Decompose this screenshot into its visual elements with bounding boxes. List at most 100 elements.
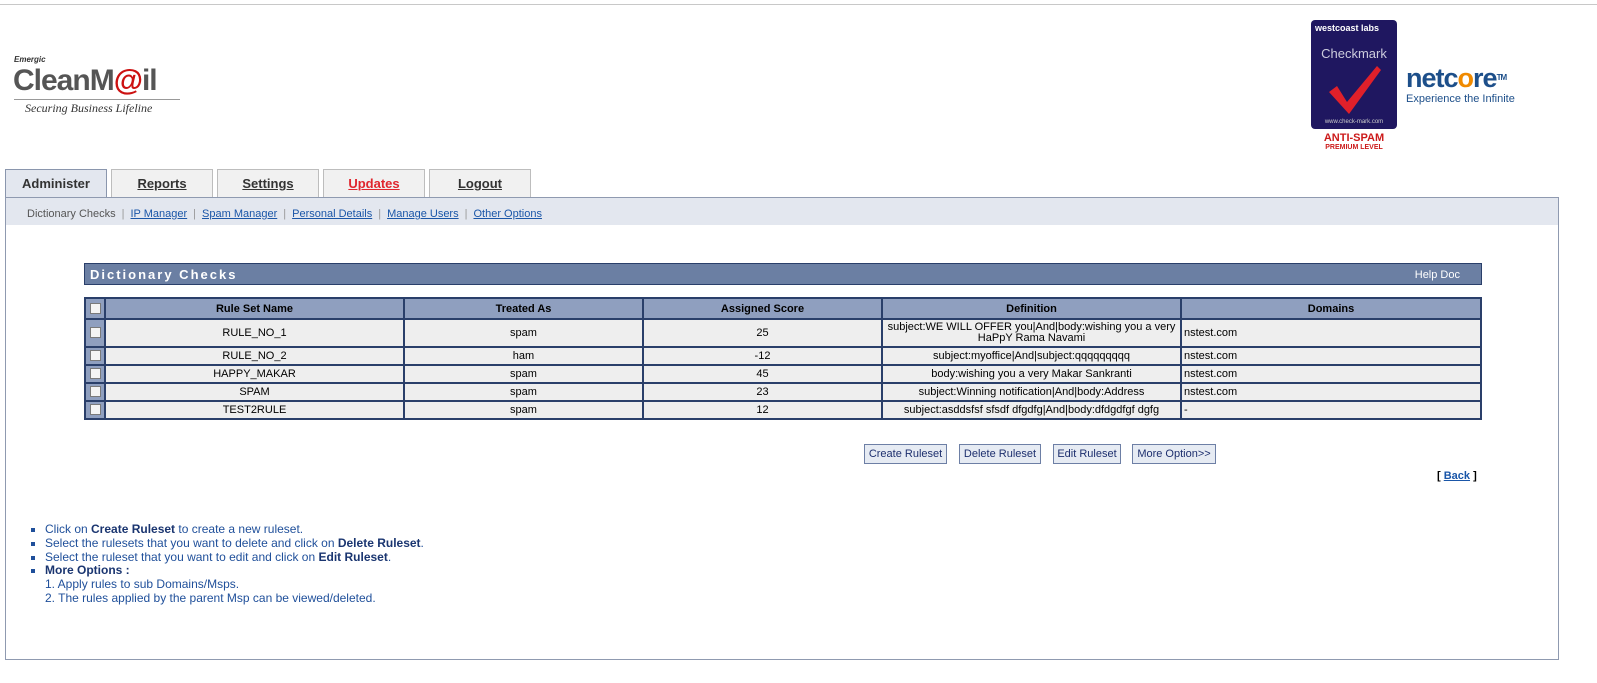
top-border	[0, 4, 1597, 5]
cell-rule-set-name: TEST2RULE	[104, 400, 405, 420]
help-doc-link[interactable]: Help Doc	[1415, 269, 1460, 281]
back-bracket-open: [	[1437, 470, 1444, 482]
subnav-separator: |	[464, 208, 468, 220]
logo-brand: CleanM@il	[13, 64, 158, 98]
netcore-wordmark: netcoreTM	[1406, 64, 1515, 92]
cell-definition: subject:myoffice|And|subject:qqqqqqqqq	[881, 346, 1182, 366]
help-text: .	[420, 535, 424, 550]
help-text: Select the rulesets that you want to del…	[45, 535, 338, 550]
help-text: Select the ruleset that you want to edit…	[45, 549, 319, 564]
help-text: Click on	[45, 522, 92, 536]
subnav-link-personal-details[interactable]: Personal Details	[292, 208, 372, 220]
table-header-row: Rule Set Name Treated As Assigned Score …	[84, 297, 1482, 320]
badge-antispam: ANTI-SPAM	[1323, 132, 1385, 144]
logo-brand-part: CleanM	[13, 64, 115, 97]
cell-treated-as: spam	[403, 364, 644, 384]
cell-rule-set-name: HAPPY_MAKAR	[104, 364, 405, 384]
help-item: Select the ruleset that you want to edit…	[45, 549, 424, 565]
cell-domains: -	[1180, 400, 1482, 420]
netcore-o: o	[1457, 63, 1474, 93]
subnav-link-spam-manager[interactable]: Spam Manager	[202, 208, 277, 220]
logo-divider	[14, 99, 180, 100]
section-title: Dictionary Checks	[90, 267, 238, 282]
netcore-logo: netcoreTM Experience the Infinite	[1406, 64, 1515, 105]
netcore-tm: TM	[1496, 73, 1508, 82]
row-checkbox-cell	[84, 400, 106, 420]
cell-treated-as: spam	[403, 400, 644, 420]
tab-reports[interactable]: Reports	[111, 169, 213, 197]
cell-domains: nstest.com	[1180, 318, 1482, 348]
help-bold: Delete Ruleset	[337, 535, 421, 550]
select-all-cell	[84, 297, 106, 320]
select-all-checkbox[interactable]	[89, 303, 101, 315]
subnav-link-manage-users[interactable]: Manage Users	[387, 208, 459, 220]
row-checkbox-cell	[84, 318, 106, 348]
tab-logout[interactable]: Logout	[429, 169, 531, 197]
subnav-separator: |	[121, 208, 125, 220]
help-item: Click on Create Ruleset to create a new …	[45, 522, 424, 537]
netcore-tagline: Experience the Infinite	[1406, 93, 1515, 105]
subnav-link-ip-manager[interactable]: IP Manager	[131, 208, 188, 220]
help-text: .	[387, 549, 392, 564]
checkmark-badge: westcoast labs Checkmark www.check-mark.…	[1311, 20, 1397, 153]
subnav-separator: |	[378, 208, 382, 220]
logo-brand-part: il	[141, 64, 158, 97]
cell-treated-as: ham	[403, 346, 644, 366]
help-item: More Options : 1. Apply rules to sub Dom…	[45, 563, 424, 605]
tab-updates[interactable]: Updates	[323, 169, 425, 197]
column-header-rule-set-name: Rule Set Name	[104, 297, 405, 320]
cell-definition: subject:WE WILL OFFER you|And|body:wishi…	[881, 318, 1182, 348]
rulesets-table: Rule Set Name Treated As Assigned Score …	[84, 297, 1482, 420]
help-bold: More Options :	[45, 563, 130, 578]
back-link-wrapper: [ Back ]	[1437, 470, 1477, 482]
logo-tagline: Securing Business Lifeline	[25, 101, 153, 115]
row-checkbox[interactable]	[89, 327, 101, 339]
badge-premium-level: PREMIUM LEVEL	[1325, 144, 1383, 151]
subnav-separator: |	[283, 208, 287, 220]
netcore-part: re	[1473, 63, 1498, 93]
edit-ruleset-button[interactable]: Edit Ruleset	[1053, 444, 1121, 464]
row-checkbox[interactable]	[89, 368, 101, 380]
back-link[interactable]: Back	[1444, 470, 1470, 482]
subnav-link-other-options[interactable]: Other Options	[473, 208, 541, 220]
column-header-definition: Definition	[881, 297, 1182, 320]
help-item: Select the rulesets that you want to del…	[45, 535, 424, 551]
create-ruleset-button[interactable]: Create Ruleset	[864, 444, 947, 464]
row-checkbox-cell	[84, 346, 106, 366]
badge-westcoast-text: westcoast labs	[1315, 23, 1380, 33]
cell-rule-set-name: RULE_NO_1	[104, 318, 405, 348]
cell-assigned-score: 23	[642, 382, 883, 402]
help-instructions: Click on Create Ruleset to create a new …	[30, 522, 424, 606]
table-row: HAPPY_MAKAR spam 45 body:wishing you a v…	[84, 364, 1482, 384]
cell-domains: nstest.com	[1180, 346, 1482, 366]
column-header-treated-as: Treated As	[403, 297, 644, 320]
cell-domains: nstest.com	[1180, 364, 1482, 384]
cell-rule-set-name: RULE_NO_2	[104, 346, 405, 366]
help-text: to create a new ruleset.	[175, 522, 304, 536]
table-row: RULE_NO_2 ham -12 subject:myoffice|And|s…	[84, 346, 1482, 366]
section-header: Dictionary Checks Help Doc	[84, 263, 1482, 285]
cell-assigned-score: 12	[642, 400, 883, 420]
column-header-assigned-score: Assigned Score	[642, 297, 883, 320]
column-header-domains: Domains	[1180, 297, 1482, 320]
cell-domains: nstest.com	[1180, 382, 1482, 402]
logo-brand-at: @	[113, 64, 143, 97]
row-checkbox-cell	[84, 382, 106, 402]
row-checkbox[interactable]	[89, 404, 101, 416]
row-checkbox-cell	[84, 364, 106, 384]
row-checkbox[interactable]	[89, 386, 101, 398]
tab-administer[interactable]: Administer	[5, 169, 107, 198]
logo-emergic-text: Emergic	[14, 55, 46, 64]
more-option-button[interactable]: More Option>>	[1132, 444, 1216, 464]
delete-ruleset-button[interactable]: Delete Ruleset	[959, 444, 1041, 464]
help-option: 2. The rules applied by the parent Msp c…	[45, 590, 376, 605]
table-row: TEST2RULE spam 12 subject:asddsfsf sfsdf…	[84, 400, 1482, 420]
row-checkbox[interactable]	[89, 350, 101, 362]
badge-url: www.check-mark.com	[1324, 119, 1384, 125]
subnav-current-dictionary-checks: Dictionary Checks	[27, 208, 116, 220]
help-bold: Edit Ruleset	[318, 549, 388, 564]
table-row: RULE_NO_1 spam 25 subject:WE WILL OFFER …	[84, 318, 1482, 348]
tab-settings[interactable]: Settings	[217, 169, 319, 197]
help-bold: Create Ruleset	[91, 522, 176, 536]
cell-rule-set-name: SPAM	[104, 382, 405, 402]
